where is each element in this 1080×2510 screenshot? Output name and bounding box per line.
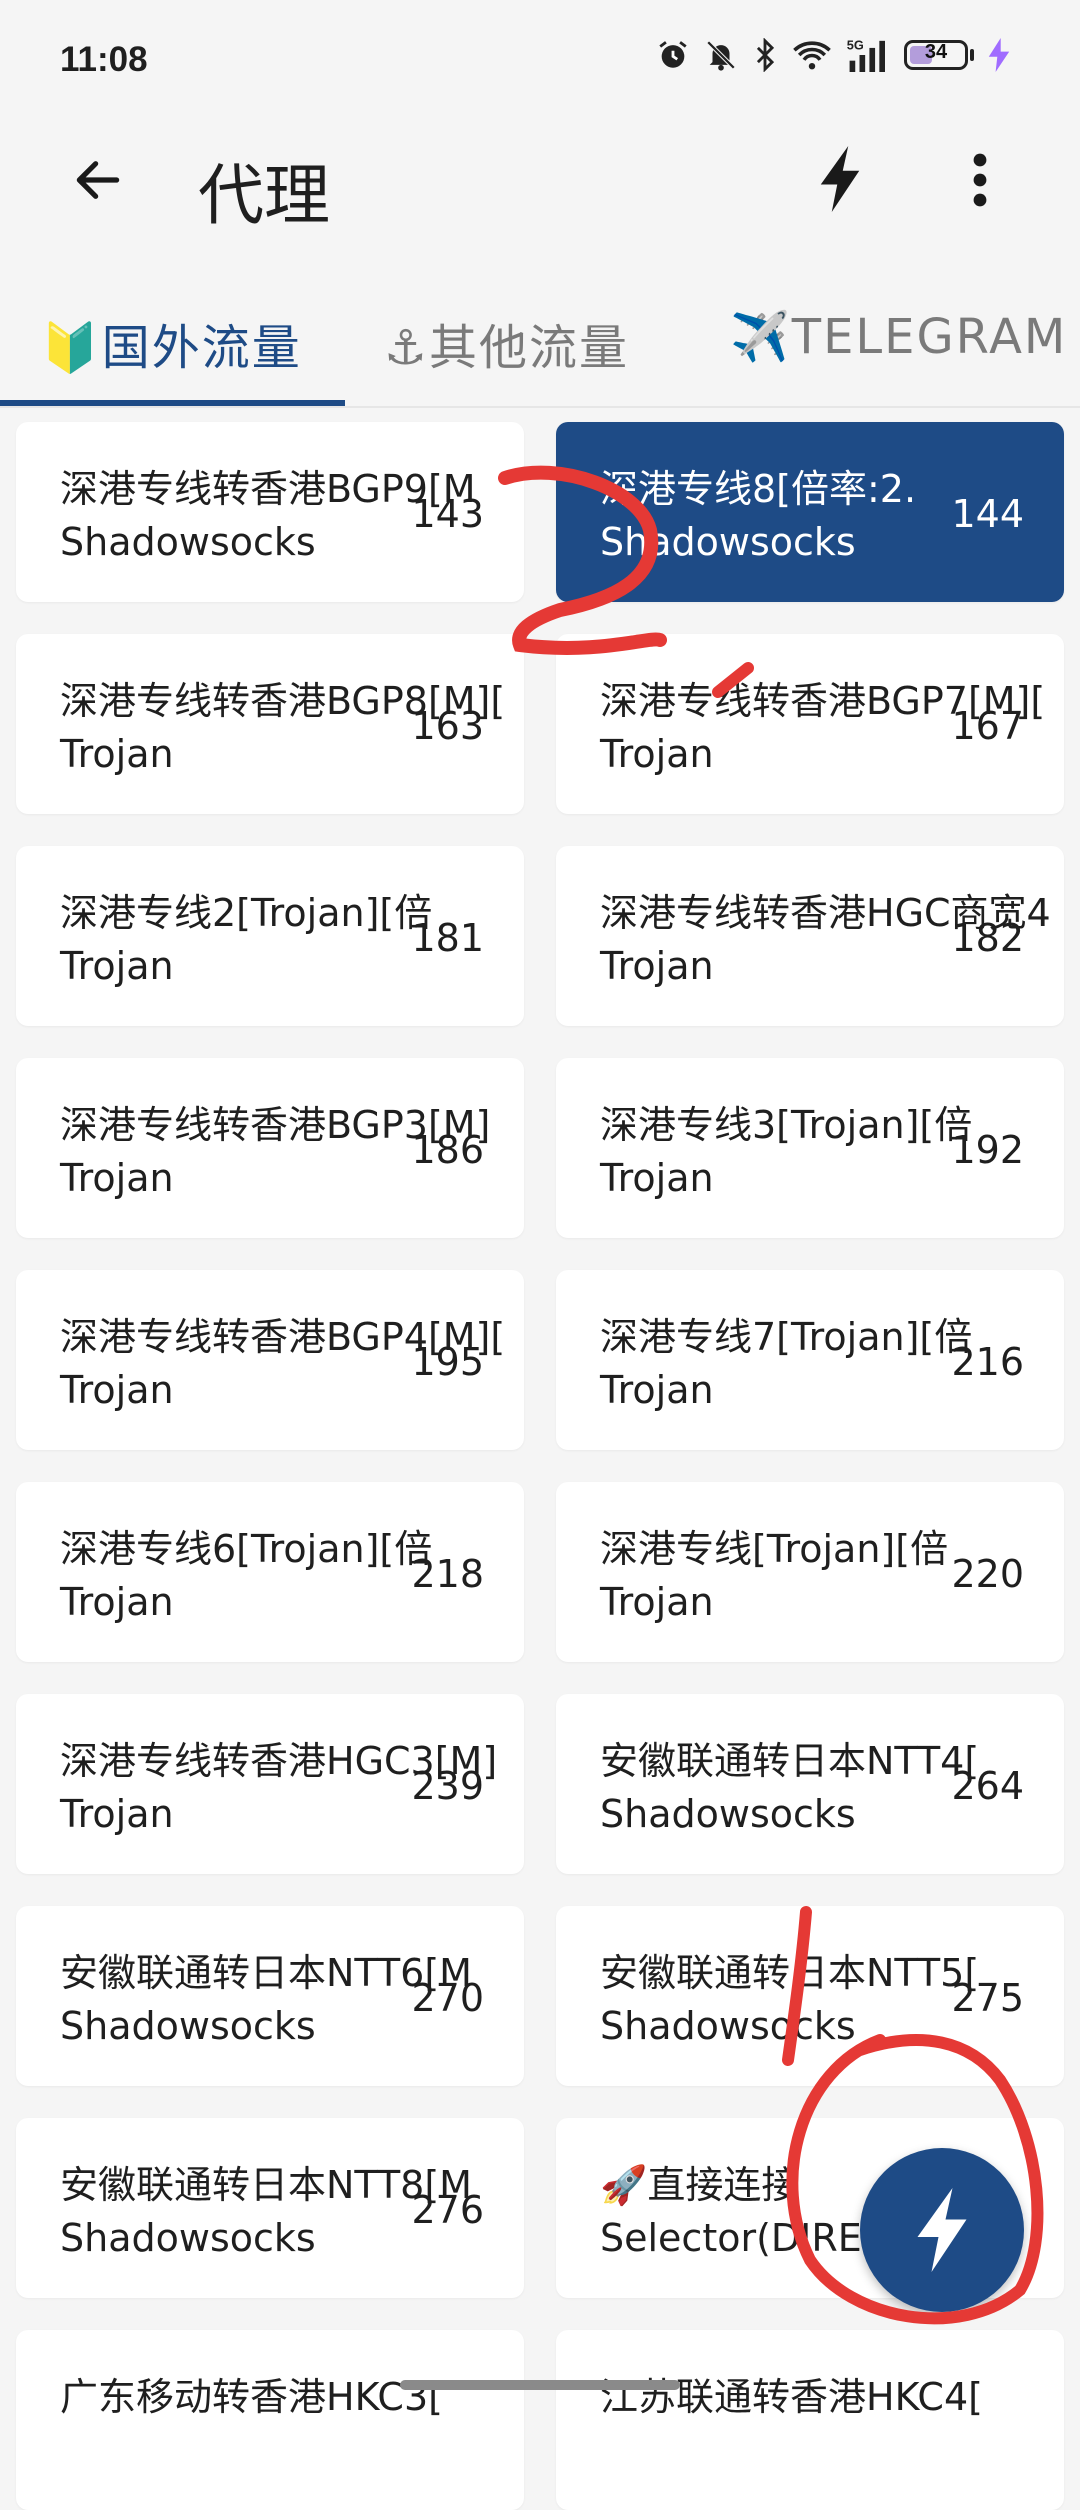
proxy-type: Trojan <box>600 732 714 776</box>
proxy-card[interactable]: 深港专线转香港HGC商宽4 Trojan 182 <box>556 846 1064 1026</box>
proxy-delay: 275 <box>951 1976 1024 2020</box>
wifi-icon <box>793 41 831 70</box>
proxy-name: 江苏联通转香港HKC4[ <box>600 2375 983 2419</box>
battery-level: 34 <box>924 41 948 63</box>
proxy-card[interactable]: 深港专线转香港BGP9[M Shadowsocks 143 <box>16 422 524 602</box>
proxy-type: Trojan <box>60 1156 174 1200</box>
proxy-card[interactable]: 深港专线3[Trojan][倍 Trojan 192 <box>556 1058 1064 1238</box>
proxy-type: Trojan <box>600 1368 714 1412</box>
bluetooth-icon <box>756 38 775 72</box>
tab-indicator <box>0 400 345 406</box>
battery-tip <box>970 49 974 61</box>
proxy-card[interactable]: 深港专线转香港HGC3[M] Trojan 239 <box>16 1694 524 1874</box>
proxy-card[interactable]: 安徽联通转日本NTT6[M Shadowsocks 270 <box>16 1906 524 2086</box>
proxy-delay: 195 <box>411 1340 484 1384</box>
proxy-type: Trojan <box>60 1368 174 1412</box>
svg-text:5G: 5G <box>847 38 864 52</box>
proxy-card[interactable]: 深港专线8[倍率:2. Shadowsocks 144 <box>556 422 1064 602</box>
proxy-type: Shadowsocks <box>600 2004 856 2048</box>
back-arrow-icon[interactable] <box>70 152 126 208</box>
proxy-card[interactable]: 安徽联通转日本NTT4[Shadowsocks 264 <box>556 1694 1064 1874</box>
proxy-delay: 181 <box>411 916 484 960</box>
proxy-delay: 239 <box>411 1764 484 1808</box>
proxy-type: Trojan <box>60 944 174 988</box>
proxy-card[interactable]: 安徽联通转日本NTT8[M Shadowsocks 276 <box>16 2118 524 2298</box>
proxy-card[interactable]: 深港专线2[Trojan][倍 Trojan 181 <box>16 846 524 1026</box>
proxy-delay: 264 <box>951 1764 1024 1808</box>
status-icons: 5G 34 <box>656 38 1010 72</box>
proxy-type: Shadowsocks <box>600 520 856 564</box>
speed-test-fab[interactable] <box>860 2148 1024 2312</box>
proxy-type: Shadowsocks <box>60 2216 316 2260</box>
proxy-delay: 218 <box>411 1552 484 1596</box>
proxy-type: Selector(DIREC <box>600 2216 889 2260</box>
proxy-delay: 270 <box>411 1976 484 2020</box>
mute-bell-icon <box>706 40 736 71</box>
proxy-card[interactable]: 深港专线7[Trojan][倍 Trojan 216 <box>556 1270 1064 1450</box>
tab-foreign-traffic[interactable]: 🔰国外流量 <box>40 308 302 378</box>
bolt-icon[interactable] <box>820 146 860 212</box>
status-bar: 11:08 5G 34 <box>0 0 1080 120</box>
page-title: 代理 <box>198 157 330 234</box>
proxy-type: Shadowsocks <box>60 520 316 564</box>
proxy-card[interactable]: 深港专线转香港BGP4[M][Trojan 195 <box>16 1270 524 1450</box>
proxy-card[interactable]: 深港专线转香港BGP8[M][Trojan 163 <box>16 634 524 814</box>
proxy-type: Trojan <box>60 1792 174 1836</box>
proxy-delay: 167 <box>951 704 1024 748</box>
proxy-card[interactable]: 深港专线6[Trojan][倍 Trojan 218 <box>16 1482 524 1662</box>
status-time: 11:08 <box>60 40 148 79</box>
proxy-name: 广东移动转香港HKC3[ <box>60 2375 443 2419</box>
bolt-fab-icon <box>917 2188 967 2272</box>
proxy-card[interactable]: 深港专线[Trojan][倍 Trojan 220 <box>556 1482 1064 1662</box>
tab-telegram[interactable]: ✈️TELEGRAM <box>730 308 1067 365</box>
group-tabs: 🔰国外流量 ⚓其他流量 ✈️TELEGRAM <box>0 288 1080 408</box>
signal-5g-icon: 5G <box>847 38 885 72</box>
proxy-delay: 192 <box>951 1128 1024 1172</box>
charging-icon <box>988 38 1010 72</box>
proxy-delay: 276 <box>411 2188 484 2232</box>
proxy-card[interactable]: 深港专线转香港BGP3[M] Trojan 186 <box>16 1058 524 1238</box>
proxy-type: Trojan <box>60 732 174 776</box>
proxy-type: Shadowsocks <box>60 2004 316 2048</box>
app-bar: 代理 <box>0 120 1080 240</box>
proxy-delay: 220 <box>951 1552 1024 1596</box>
proxy-delay: 216 <box>951 1340 1024 1384</box>
alarm-icon <box>659 41 687 68</box>
tab-other-traffic[interactable]: ⚓其他流量 <box>384 308 629 378</box>
proxy-delay: 163 <box>411 704 484 748</box>
proxy-card[interactable]: 安徽联通转日本NTT5[Shadowsocks 275 <box>556 1906 1064 2086</box>
proxy-type: Trojan <box>600 1156 714 1200</box>
proxy-delay: 144 <box>951 492 1024 536</box>
proxy-card[interactable]: 江苏联通转香港HKC4[ <box>556 2330 1064 2510</box>
proxy-card[interactable]: 深港专线转香港BGP7[M][Trojan 167 <box>556 634 1064 814</box>
proxy-delay: 186 <box>411 1128 484 1172</box>
proxy-type: Trojan <box>60 1580 174 1624</box>
more-vert-icon[interactable] <box>960 150 1000 210</box>
proxy-delay: 182 <box>951 916 1024 960</box>
proxy-type: Trojan <box>600 944 714 988</box>
proxy-type: Shadowsocks <box>600 1792 856 1836</box>
battery-icon: 34 <box>904 40 968 70</box>
proxy-type: Trojan <box>600 1580 714 1624</box>
proxy-delay: 143 <box>411 492 484 536</box>
gesture-handle <box>400 2380 680 2390</box>
proxy-card[interactable]: 广东移动转香港HKC3[ <box>16 2330 524 2510</box>
